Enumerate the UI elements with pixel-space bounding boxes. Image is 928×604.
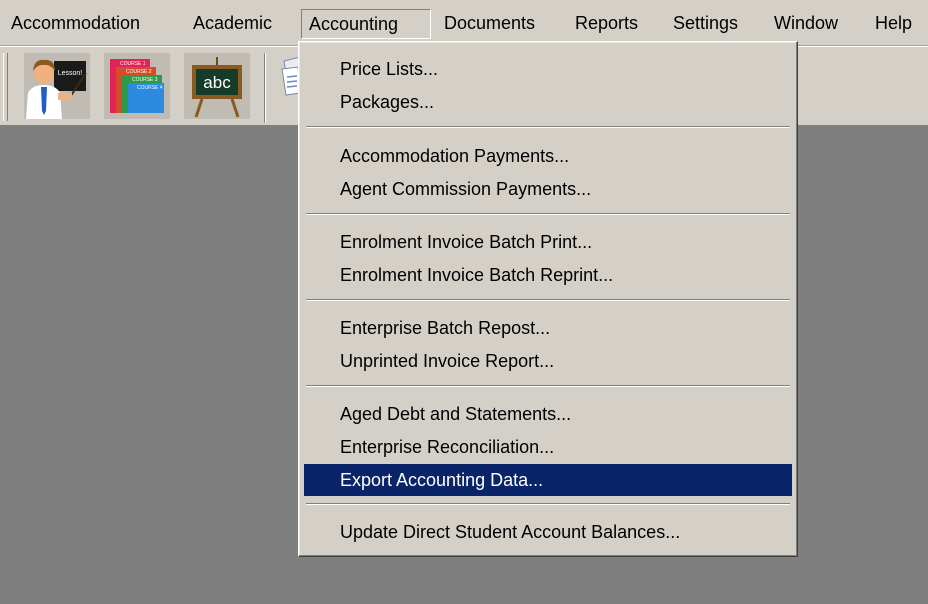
chalkboard-text: abc <box>203 73 231 92</box>
menu-documents[interactable]: Documents <box>437 9 542 39</box>
menu-separator <box>306 299 790 301</box>
menu-item-packages[interactable]: Packages... <box>304 86 792 118</box>
menu-item-enterprise-batch-repost[interactable]: Enterprise Batch Repost... <box>304 312 792 344</box>
chalkboard-abc-icon: abc <box>184 53 250 119</box>
menu-accommodation[interactable]: Accommodation <box>4 9 147 39</box>
lesson-board-text: Lesson! <box>58 70 83 77</box>
menu-item-update-direct-student-account-balances[interactable]: Update Direct Student Account Balances..… <box>304 516 792 548</box>
course-4-label: COURSE 4 <box>137 85 163 91</box>
toolbar-separator <box>264 53 266 123</box>
menu-item-enrolment-invoice-batch-print[interactable]: Enrolment Invoice Batch Print... <box>304 226 792 258</box>
menu-item-aged-debt-and-statements[interactable]: Aged Debt and Statements... <box>304 398 792 430</box>
menu-academic[interactable]: Academic <box>186 9 279 39</box>
menu-separator <box>306 503 790 505</box>
course-books-icon: COURSE 1 COURSE 2 COURSE 3 COURSE 4 <box>104 53 170 119</box>
menu-separator <box>306 126 790 128</box>
courses-button[interactable]: COURSE 1 COURSE 2 COURSE 3 COURSE 4 <box>104 53 170 119</box>
menu-help[interactable]: Help <box>868 9 919 39</box>
menu-separator <box>306 385 790 387</box>
teacher-lesson-icon: Lesson! <box>24 53 90 119</box>
course-3-label: COURSE 3 <box>132 77 158 83</box>
menu-item-enrolment-invoice-batch-reprint[interactable]: Enrolment Invoice Batch Reprint... <box>304 259 792 291</box>
toolbar-grip[interactable] <box>3 53 8 121</box>
menu-reports[interactable]: Reports <box>568 9 645 39</box>
menu-item-enterprise-reconciliation[interactable]: Enterprise Reconciliation... <box>304 431 792 463</box>
menu-bar: Accommodation Academic Accounting Docume… <box>0 0 928 46</box>
menu-item-price-lists[interactable]: Price Lists... <box>304 53 792 85</box>
menu-item-export-accounting-data[interactable]: Export Accounting Data... <box>304 464 792 496</box>
menu-separator <box>306 213 790 215</box>
accounting-dropdown-menu: Price Lists... Packages... Accommodation… <box>298 41 798 557</box>
lesson-button[interactable]: Lesson! <box>24 53 90 119</box>
chalkboard-button[interactable]: abc <box>184 53 250 119</box>
menu-item-agent-commission-payments[interactable]: Agent Commission Payments... <box>304 173 792 205</box>
course-2-label: COURSE 2 <box>126 69 152 75</box>
menu-accounting[interactable]: Accounting <box>301 9 431 39</box>
menu-settings[interactable]: Settings <box>666 9 745 39</box>
menu-item-unprinted-invoice-report[interactable]: Unprinted Invoice Report... <box>304 345 792 377</box>
course-1-label: COURSE 1 <box>120 61 146 67</box>
menu-item-accommodation-payments[interactable]: Accommodation Payments... <box>304 140 792 172</box>
menu-window[interactable]: Window <box>767 9 845 39</box>
